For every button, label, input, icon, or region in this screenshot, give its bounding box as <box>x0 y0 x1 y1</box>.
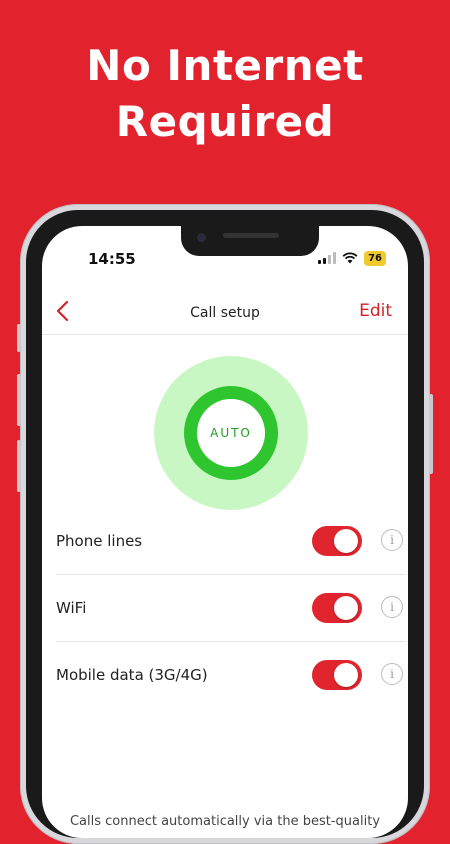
notch <box>181 226 319 256</box>
promo-headline: No Internet Required <box>0 38 450 150</box>
status-time: 14:55 <box>88 250 136 268</box>
wifi-icon <box>342 252 358 264</box>
setting-row-wifi: WiFi i <box>56 575 406 642</box>
info-icon[interactable]: i <box>381 663 403 685</box>
auto-dial-ring: AUTO <box>184 386 278 480</box>
earpiece-speaker <box>223 233 279 238</box>
edit-button[interactable]: Edit <box>359 301 392 321</box>
page-title: Call setup <box>190 305 260 321</box>
footnote-text: Calls connect automatically via the best… <box>69 814 381 829</box>
wifi-toggle[interactable] <box>312 593 362 623</box>
toggle-knob <box>334 529 358 553</box>
auto-dial-core: AUTO <box>197 399 265 467</box>
setting-label: WiFi <box>56 599 87 617</box>
battery-indicator: 76 <box>364 250 386 266</box>
auto-dial[interactable]: AUTO <box>154 356 308 510</box>
power-button <box>429 394 433 474</box>
headline-line-1: No Internet <box>86 41 364 90</box>
auto-label: AUTO <box>210 426 252 440</box>
phone-frame: 14:55 76 Call setup Edit AUTO Phone line… <box>17 204 433 844</box>
info-icon[interactable]: i <box>381 596 403 618</box>
setting-label: Phone lines <box>56 532 143 550</box>
volume-up-button <box>17 374 21 426</box>
setting-row-phone-lines: Phone lines i <box>56 508 406 575</box>
front-camera-icon <box>197 233 206 242</box>
silent-switch <box>17 324 21 352</box>
nav-bar: Call setup Edit <box>42 290 408 335</box>
phone-lines-toggle[interactable] <box>312 526 362 556</box>
headline-line-2: Required <box>115 97 335 146</box>
status-icons: 76 <box>318 249 386 267</box>
app-screen: 14:55 76 Call setup Edit AUTO Phone line… <box>42 226 408 838</box>
setting-row-mobile-data: Mobile data (3G/4G) i <box>56 642 406 708</box>
info-icon[interactable]: i <box>381 529 403 551</box>
phone-bezel: 14:55 76 Call setup Edit AUTO Phone line… <box>26 210 424 838</box>
cellular-signal-icon <box>318 252 337 264</box>
mobile-data-toggle[interactable] <box>312 660 362 690</box>
volume-down-button <box>17 440 21 492</box>
toggle-knob <box>334 663 358 687</box>
toggle-knob <box>334 596 358 620</box>
setting-label: Mobile data (3G/4G) <box>56 666 208 684</box>
